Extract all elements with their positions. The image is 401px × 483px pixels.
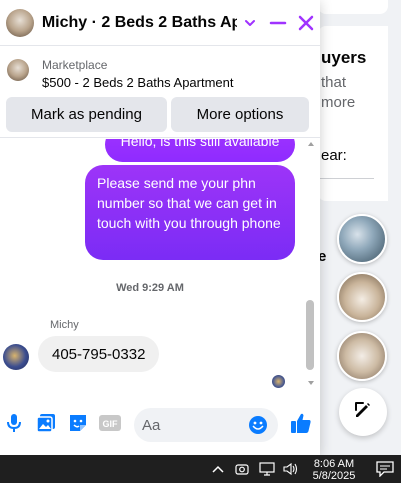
incoming-message[interactable]: 405-795-0332 — [38, 336, 160, 372]
scrollbar-thumb[interactable] — [306, 300, 314, 370]
message-input-box[interactable] — [134, 408, 278, 442]
volume-icon[interactable] — [282, 461, 300, 477]
clock-time: 8:06 AM — [313, 458, 355, 470]
chat-title[interactable]: Michy · 2 Beds 2 Baths Ap... — [42, 14, 237, 32]
listing-context: Marketplace $500 - 2 Beds 2 Baths Apartm… — [0, 46, 320, 138]
background-text-line: more — [321, 94, 356, 111]
chevron-down-icon[interactable] — [237, 9, 265, 37]
system-clock[interactable]: 8:06 AM 5/8/2025 — [308, 458, 360, 482]
outgoing-message[interactable]: Please send me your phn number so that w… — [85, 165, 295, 260]
read-receipt-avatar — [272, 375, 285, 388]
listing-thumbnail[interactable] — [7, 59, 29, 81]
new-message-button[interactable] — [339, 388, 387, 436]
network-icon[interactable] — [258, 461, 276, 477]
message-thread: Hello, is this still available Please se… — [0, 139, 320, 392]
chat-header: Michy · 2 Beds 2 Baths Ap... — [0, 0, 320, 46]
listing-title[interactable]: $500 - 2 Beds 2 Baths Apartment — [42, 75, 234, 90]
compose-icon — [353, 400, 373, 425]
svg-text:GIF: GIF — [103, 419, 119, 429]
photo-icon[interactable] — [35, 412, 57, 434]
minimize-icon[interactable] — [264, 9, 292, 37]
more-options-button[interactable]: More options — [171, 97, 309, 132]
chat-head-avatar[interactable] — [337, 272, 387, 322]
taskbar: 8:06 AM 5/8/2025 — [0, 455, 401, 483]
background-heading: uyers — [321, 48, 367, 67]
emoji-icon[interactable] — [247, 414, 269, 436]
background-top-strip — [318, 0, 388, 14]
listing-label: Marketplace — [42, 58, 108, 72]
scroll-down-arrow[interactable] — [308, 381, 314, 385]
chevron-up-icon[interactable] — [211, 461, 225, 477]
message-composer: GIF — [0, 402, 320, 446]
contact-avatar[interactable] — [6, 8, 34, 37]
background-text-line: that — [321, 74, 347, 91]
background-divider — [318, 178, 374, 179]
thumbs-up-icon[interactable] — [288, 410, 314, 436]
background-card: uyers that more ear: — [318, 26, 388, 201]
close-icon[interactable] — [292, 9, 320, 37]
chat-head-avatar[interactable] — [337, 331, 387, 381]
chat-head-avatar[interactable] — [337, 214, 387, 264]
sticker-icon[interactable] — [67, 412, 89, 434]
notification-icon[interactable] — [376, 461, 394, 478]
clock-date: 5/8/2025 — [312, 470, 356, 482]
sender-name: Michy — [50, 319, 79, 331]
mark-as-pending-button[interactable]: Mark as pending — [6, 97, 167, 132]
camera-icon[interactable] — [234, 461, 250, 477]
outgoing-message[interactable]: Hello, is this still available — [105, 139, 295, 162]
message-timestamp: Wed 9:29 AM — [116, 282, 184, 294]
chat-window: Michy · 2 Beds 2 Baths Ap... Marketplace… — [0, 0, 320, 455]
background-text-line: ear: — [321, 147, 347, 164]
microphone-icon[interactable] — [3, 412, 25, 434]
sender-avatar[interactable] — [3, 344, 29, 370]
message-input[interactable] — [134, 408, 244, 442]
scroll-up-arrow[interactable] — [308, 142, 314, 146]
gif-icon[interactable]: GIF — [99, 412, 121, 434]
